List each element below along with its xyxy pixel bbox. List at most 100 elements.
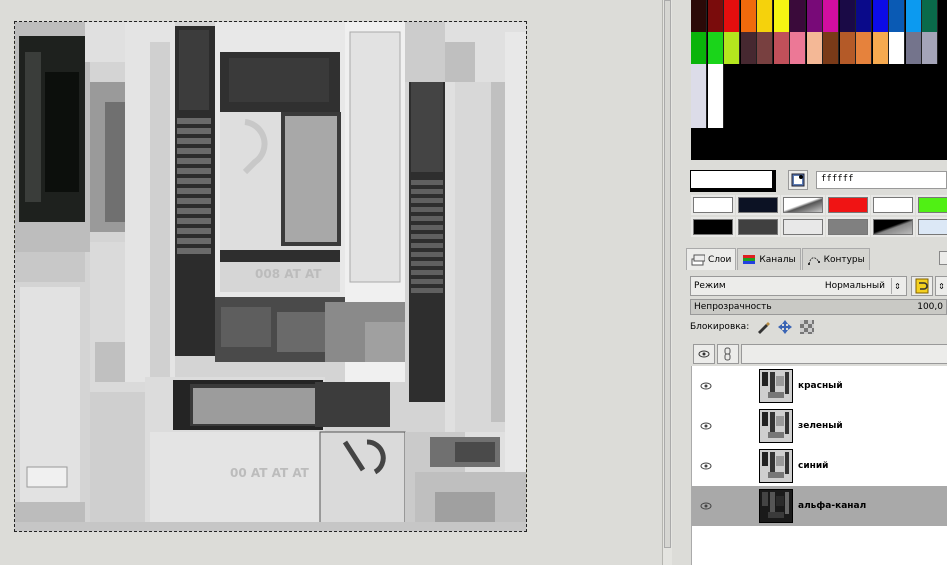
layer-name: красный [798, 381, 843, 391]
color-preset[interactable] [918, 219, 947, 235]
color-preset[interactable] [693, 197, 733, 213]
layer-name: альфа-канал [798, 501, 867, 511]
color-preset[interactable] [873, 219, 913, 235]
tab-layers-label: Слои [708, 254, 732, 265]
layer-thumbnail[interactable] [759, 489, 793, 523]
texture-image: 008 AT AT 00 AT AT AT [15, 22, 526, 531]
channels-icon [743, 254, 756, 264]
opacity-slider[interactable]: Непрозрачность 100,0 [690, 299, 947, 315]
scrollbar-thumb[interactable] [664, 0, 671, 548]
palette-swatch[interactable] [922, 0, 938, 32]
layer-thumbnail[interactable] [759, 409, 793, 443]
tab-layers[interactable]: Слои [686, 248, 737, 270]
color-preset[interactable] [918, 197, 947, 213]
layer-visibility-eye-icon[interactable] [698, 378, 714, 394]
color-preset[interactable] [738, 197, 778, 213]
chain-column-header[interactable] [717, 344, 739, 364]
layer-row[interactable]: зеленый [692, 406, 947, 446]
palette-swatch[interactable] [707, 32, 724, 64]
svg-text:008 AT AT: 008 AT AT [255, 267, 322, 281]
undo-mode-icon [915, 278, 929, 294]
palette-swatch[interactable] [707, 0, 724, 32]
layer-list-header [691, 343, 947, 365]
color-palette[interactable] [691, 0, 947, 160]
svg-text:00 AT AT AT: 00 AT AT AT [230, 466, 310, 480]
layers-icon [691, 254, 705, 265]
palette-swatch[interactable] [691, 64, 707, 128]
palette-swatch[interactable] [707, 64, 724, 128]
tab-channels[interactable]: Каналы [737, 248, 801, 270]
layer-name: синий [798, 461, 829, 471]
color-preset[interactable] [828, 219, 868, 235]
layer-row[interactable]: альфа-канал [692, 486, 947, 526]
palette-swatch[interactable] [823, 32, 839, 64]
palette-swatch[interactable] [872, 32, 889, 64]
layer-name: зеленый [798, 421, 843, 431]
palette-swatch[interactable] [856, 32, 872, 64]
palette-swatch[interactable] [790, 0, 806, 32]
layer-visibility-eye-icon[interactable] [698, 458, 714, 474]
palette-swatch[interactable] [757, 32, 773, 64]
lock-position-icon[interactable] [777, 319, 793, 335]
lock-row: Блокировка: [690, 318, 815, 336]
palette-swatch[interactable] [856, 0, 872, 32]
color-preset[interactable] [693, 219, 733, 235]
palette-swatch[interactable] [905, 32, 922, 64]
color-preset[interactable] [873, 197, 913, 213]
palette-swatch[interactable] [806, 0, 823, 32]
vertical-scrollbar[interactable] [662, 0, 672, 565]
palette-swatch[interactable] [740, 32, 757, 64]
palette-swatch[interactable] [889, 32, 905, 64]
layer-list[interactable]: красный зеленый синий альфа-канал [691, 366, 947, 565]
lock-alpha-icon[interactable] [799, 319, 815, 335]
hex-color-input[interactable]: ffffff [816, 171, 947, 189]
color-picker-icon [791, 173, 805, 187]
mode-reset-button[interactable] [911, 276, 933, 296]
composite-spin-icon[interactable]: ⇕ [935, 276, 947, 296]
blend-mode-select[interactable]: Режим Нормальный ⇕ [690, 276, 907, 296]
palette-swatch[interactable] [757, 0, 773, 32]
palette-swatch[interactable] [691, 0, 707, 32]
tab-paths[interactable]: Контуры [801, 248, 870, 270]
palette-swatch[interactable] [889, 0, 905, 32]
color-preset[interactable] [828, 197, 868, 213]
color-preset[interactable] [783, 197, 823, 213]
palette-swatch[interactable] [740, 0, 757, 32]
palette-swatch[interactable] [922, 32, 938, 64]
palette-swatch[interactable] [790, 32, 806, 64]
lock-pixels-icon[interactable] [755, 319, 771, 335]
palette-swatch[interactable] [806, 32, 823, 64]
layer-thumbnail[interactable] [759, 369, 793, 403]
palette-swatch[interactable] [839, 0, 856, 32]
name-column-header[interactable] [741, 344, 947, 364]
color-preset[interactable] [738, 219, 778, 235]
palette-swatch[interactable] [839, 32, 856, 64]
eye-icon [698, 350, 710, 358]
palette-swatch[interactable] [773, 0, 790, 32]
dock-tabs: Слои Каналы Контуры [686, 248, 871, 270]
palette-swatch[interactable] [724, 32, 740, 64]
tab-channels-label: Каналы [759, 254, 796, 265]
layer-visibility-eye-icon[interactable] [698, 498, 714, 514]
layer-row[interactable]: красный [692, 366, 947, 406]
mode-value: Нормальный [824, 281, 885, 291]
paths-icon [807, 256, 820, 265]
dock-menu-button[interactable] [939, 251, 947, 265]
color-preset[interactable] [783, 219, 823, 235]
palette-swatch[interactable] [691, 32, 707, 64]
palette-swatch[interactable] [872, 0, 889, 32]
opacity-value: 100,0 [917, 302, 943, 312]
layer-visibility-eye-icon[interactable] [698, 418, 714, 434]
image-canvas[interactable]: 008 AT AT 00 AT AT AT [14, 21, 527, 532]
visibility-column-header[interactable] [693, 344, 715, 364]
color-picker-button[interactable] [788, 170, 808, 190]
mode-label: Режим [694, 281, 726, 291]
palette-swatch[interactable] [724, 0, 740, 32]
image-canvas-area[interactable]: 008 AT AT 00 AT AT AT [0, 0, 662, 565]
palette-swatch[interactable] [773, 32, 790, 64]
palette-swatch[interactable] [905, 0, 922, 32]
palette-swatch[interactable] [823, 0, 839, 32]
foreground-color-swatch[interactable] [690, 170, 776, 192]
layer-thumbnail[interactable] [759, 449, 793, 483]
layer-row[interactable]: синий [692, 446, 947, 486]
